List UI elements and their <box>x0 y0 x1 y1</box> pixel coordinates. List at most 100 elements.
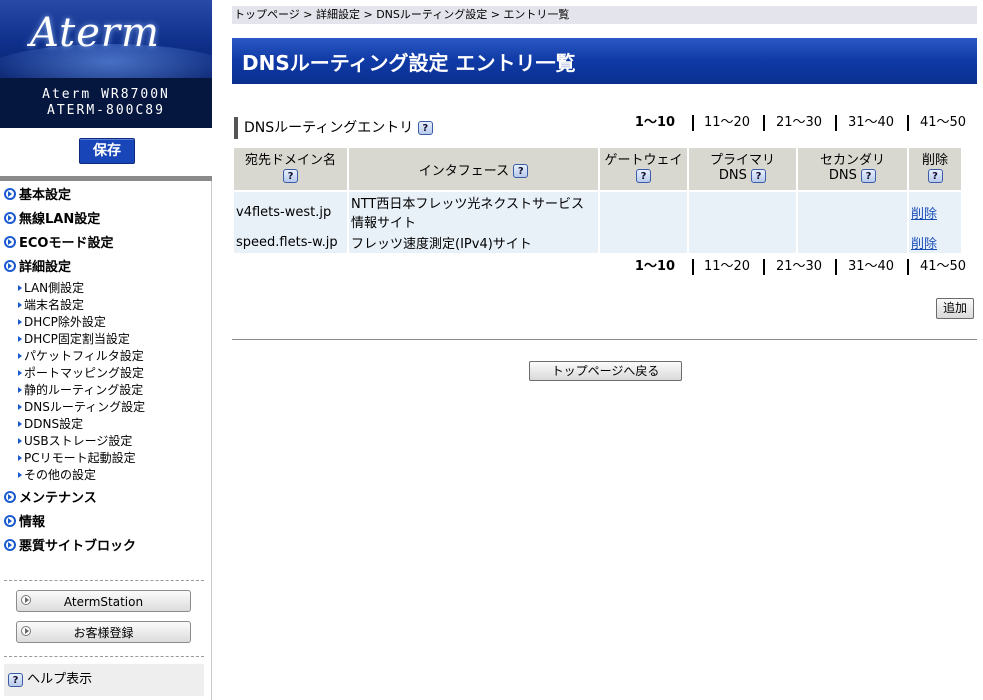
arrow-bullet-icon <box>4 188 16 200</box>
sidebar: Aterm Aterm WR8700N ATERM-800C89 保存 基本設定… <box>0 0 212 700</box>
customer-registration-button[interactable]: お客様登録 <box>16 621 191 643</box>
triangle-icon <box>18 455 22 461</box>
arrow-bullet-icon <box>4 260 16 272</box>
sub-label: USBストレージ設定 <box>24 434 133 448</box>
nav-wireless-lan-settings[interactable]: 無線LAN設定 <box>4 211 100 229</box>
pager-page-11-20[interactable]: 11〜20 <box>700 115 754 131</box>
header-label: ゲートウェイ <box>604 153 683 168</box>
nav-label: 悪質サイトブロック <box>19 539 137 554</box>
sub-ddns[interactable]: DDNS設定 <box>18 416 83 433</box>
nav-malicious-site-block[interactable]: 悪質サイトブロック <box>4 538 136 556</box>
section-title: DNSルーティングエントリ ? <box>234 117 433 139</box>
triangle-icon <box>18 421 22 427</box>
sub-dhcp-static[interactable]: DHCP固定割当設定 <box>18 331 130 348</box>
sub-dhcp-exclusion[interactable]: DHCP除外設定 <box>18 314 106 331</box>
help-question-icon[interactable]: ? <box>417 121 433 135</box>
sub-label: パケットフィルタ設定 <box>24 349 144 363</box>
help-question-icon[interactable]: ? <box>513 164 529 178</box>
sidebar-divider <box>0 176 212 181</box>
help-question-icon[interactable]: ? <box>636 168 651 183</box>
nav-label: 情報 <box>19 515 46 530</box>
sub-label: ポートマッピング設定 <box>24 366 145 380</box>
help-question-icon[interactable]: ? <box>861 168 877 183</box>
play-circle-icon <box>21 595 31 605</box>
sub-port-mapping[interactable]: ポートマッピング設定 <box>18 365 144 382</box>
nav-label: メンテナンス <box>19 491 97 506</box>
header-label: 削除 <box>921 153 948 168</box>
pager-page-31-40[interactable]: 31〜40 <box>844 259 898 275</box>
cell-gateway <box>600 192 687 232</box>
arrow-bullet-icon <box>4 212 16 224</box>
pager-top: 1〜10 11〜20 21〜30 31〜40 41〜50 <box>622 115 977 131</box>
sub-lan-settings[interactable]: LAN側設定 <box>18 280 84 297</box>
button-label: お客様登録 <box>73 626 134 640</box>
help-question-icon[interactable]: ? <box>927 168 943 183</box>
nav-advanced-settings[interactable]: 詳細設定 <box>4 259 71 277</box>
sub-label: DNSルーティング設定 <box>24 400 146 414</box>
save-area: 保存 <box>0 128 212 176</box>
delete-link[interactable]: 削除 <box>911 207 937 222</box>
sub-label: その他の設定 <box>24 468 97 482</box>
triangle-icon <box>18 285 22 291</box>
page-title: DNSルーティング設定 エントリ一覧 <box>242 51 576 75</box>
cell-domain: v4flets-west.jp <box>234 192 347 232</box>
logo-text: Aterm <box>30 10 160 56</box>
help-question-icon[interactable]: ? <box>283 168 298 183</box>
help-display-link[interactable]: ? ヘルプ表示 <box>4 664 204 696</box>
triangle-icon <box>18 336 22 342</box>
header-gateway: ゲートウェイ ? <box>600 148 687 192</box>
sub-usb-storage[interactable]: USBストレージ設定 <box>18 433 132 450</box>
triangle-icon <box>18 370 22 376</box>
cell-interface: NTT西日本フレッツ光ネクストサービス情報サイト <box>349 192 598 232</box>
sub-pc-remote-wake[interactable]: PCリモート起動設定 <box>18 450 136 467</box>
nav-info[interactable]: 情報 <box>4 514 45 532</box>
triangle-icon <box>18 438 22 444</box>
pager-page-1-10[interactable]: 1〜10 <box>630 259 680 275</box>
header-label: セカンダリ <box>819 153 885 168</box>
nav-basic-settings[interactable]: 基本設定 <box>4 187 71 205</box>
button-label: AtermStation <box>63 595 144 609</box>
pager-bottom: 1〜10 11〜20 21〜30 31〜40 41〜50 <box>622 259 977 275</box>
sub-dns-routing[interactable]: DNSルーティング設定 <box>18 399 145 416</box>
triangle-icon <box>18 302 22 308</box>
table-row: speed.flets-w.jp フレッツ速度測定(IPv4)サイト 削除 <box>234 232 961 253</box>
header-label: インタフェース <box>418 163 510 179</box>
header-label: DNS <box>828 168 857 183</box>
triangle-icon <box>18 404 22 410</box>
header-label: プライマリ <box>709 153 775 168</box>
nav-maintenance[interactable]: メンテナンス <box>4 490 97 508</box>
pager-separator <box>692 115 694 131</box>
cell-delete: 削除 <box>909 192 961 232</box>
pager-page-31-40[interactable]: 31〜40 <box>844 115 898 131</box>
pager-separator <box>692 259 694 275</box>
sub-other-settings[interactable]: その他の設定 <box>18 467 96 484</box>
nav-label: ECOモード設定 <box>19 236 114 251</box>
header-primary-dns: プライマリ DNS ? <box>689 148 796 192</box>
pager-page-21-30[interactable]: 21〜30 <box>772 259 826 275</box>
breadcrumb: トップページ > 詳細設定 > DNSルーティング設定 > エントリ一覧 <box>232 6 977 24</box>
sub-label: 静的ルーティング設定 <box>24 383 144 397</box>
cell-primary-dns <box>689 232 796 253</box>
delete-link[interactable]: 削除 <box>911 237 937 252</box>
pager-page-41-50[interactable]: 41〜50 <box>916 259 970 275</box>
save-button[interactable]: 保存 <box>79 138 135 164</box>
sub-packet-filter[interactable]: パケットフィルタ設定 <box>18 348 144 365</box>
pager-separator <box>907 115 909 131</box>
back-to-top-button[interactable]: トップページへ戻る <box>529 361 682 381</box>
sub-static-routing[interactable]: 静的ルーティング設定 <box>18 382 143 399</box>
pager-page-41-50[interactable]: 41〜50 <box>916 115 970 131</box>
help-question-icon[interactable]: ? <box>751 168 767 183</box>
nav-eco-mode-settings[interactable]: ECOモード設定 <box>4 235 113 253</box>
aterm-logo: Aterm <box>0 0 212 78</box>
arrow-bullet-icon <box>4 236 16 248</box>
pager-page-11-20[interactable]: 11〜20 <box>700 259 754 275</box>
sub-terminal-name-settings[interactable]: 端末名設定 <box>18 297 84 314</box>
atermstation-button[interactable]: AtermStation <box>16 590 191 612</box>
pager-separator <box>763 259 765 275</box>
add-button[interactable]: 追加 <box>936 298 974 319</box>
help-question-icon: ? <box>8 672 23 687</box>
pager-page-1-10[interactable]: 1〜10 <box>630 115 680 131</box>
pager-page-21-30[interactable]: 21〜30 <box>772 115 826 131</box>
triangle-icon <box>18 353 22 359</box>
dns-routing-table: 宛先ドメイン名 ? インタフェース ? ゲートウェイ ? プライマリ DNS ?… <box>232 148 963 253</box>
